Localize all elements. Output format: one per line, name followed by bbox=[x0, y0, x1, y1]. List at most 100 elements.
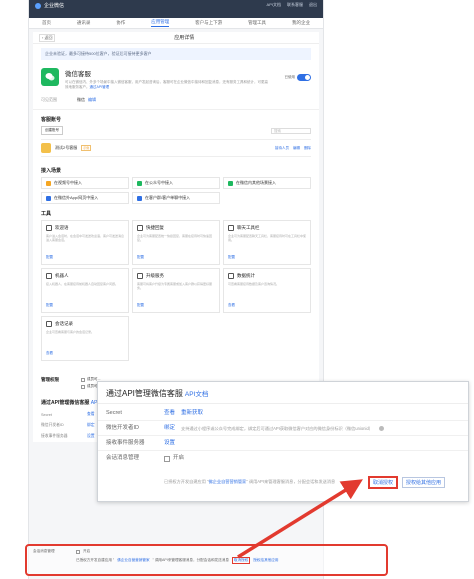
zoom-secret-view[interactable]: 查看 bbox=[164, 406, 175, 421]
verify-notice: 企业未验证，最多可接待500位客户，验证后可接待更多客户 bbox=[41, 48, 311, 60]
customer-group-icon bbox=[137, 195, 142, 201]
zoom-msg-enable-checkbox[interactable] bbox=[164, 455, 170, 462]
api-zoom-panel: 通过API管理微信客服 API文档 Secret 查看 重新获取 微信开发者ID 绑… bbox=[97, 381, 469, 502]
tool-config-link[interactable]: 查看 bbox=[228, 303, 235, 308]
tool-config-link[interactable]: 查看 bbox=[46, 351, 53, 356]
accounts-toolbar: 创建账号 搜索 bbox=[33, 126, 319, 136]
tool-card: 会话记录 企业可查看客服与客户的会话记录。 查看 bbox=[41, 316, 129, 362]
tool-config-link[interactable]: 配置 bbox=[137, 303, 144, 308]
tool-desc: 企业可查看客服与客户的会话记录。 bbox=[46, 330, 95, 335]
zoom-secret-row: Secret 查看 重新获取 bbox=[98, 406, 468, 421]
msg-desc-prefix-small: 已授权方开发自建应用 " bbox=[76, 558, 115, 562]
top-links: API文档 联系客服 退出 bbox=[267, 2, 317, 8]
api-doc-link[interactable]: API文档 bbox=[267, 2, 281, 8]
robot-icon bbox=[46, 273, 52, 280]
cancel-auth-button-small[interactable]: 取消授权 bbox=[231, 557, 251, 564]
auth-other-button[interactable]: 授权给其他应用 bbox=[402, 477, 446, 488]
brand: 企业微信 bbox=[35, 2, 64, 9]
visible-value: 微信 bbox=[77, 97, 85, 103]
zoom-msg-desc-app[interactable]: 佛企业自营营销管家 bbox=[209, 479, 247, 484]
tool-config-link[interactable]: 配置 bbox=[46, 255, 53, 260]
cancel-auth-button[interactable]: 取消授权 bbox=[368, 476, 399, 489]
openid-label: 微信开发者ID bbox=[41, 423, 64, 428]
app-info: 微信客服 可以在微信内、外多个场景中接入微信客服，用户发起咨询后，客服可在企业微… bbox=[33, 64, 319, 93]
zoom-api-doc-link[interactable]: API文档 bbox=[185, 391, 208, 398]
zoom-callback-set[interactable]: 设置 bbox=[164, 436, 175, 451]
account-op-delete[interactable]: 删除 bbox=[304, 146, 311, 151]
tool-card: 升级服务 客服可将客户升级为专属客服或加入客户群以获得更好服务。 配置 bbox=[132, 268, 220, 314]
nav-collab[interactable]: 协作 bbox=[116, 20, 125, 26]
nav-home[interactable]: 首页 bbox=[42, 20, 51, 26]
tool-config-link[interactable]: 配置 bbox=[46, 303, 53, 308]
accounts-title: 客服账号 bbox=[41, 117, 62, 124]
callback-set-link[interactable]: 设置 bbox=[87, 434, 95, 439]
zoom-secret-refresh[interactable]: 重新获取 bbox=[181, 406, 203, 421]
tool-card: 数据统计 可查看客服接待数据及客户咨询情况。 查看 bbox=[223, 268, 311, 314]
tool-title: 机器人 bbox=[55, 273, 69, 279]
back-button[interactable]: ‹ 返回 bbox=[39, 33, 56, 42]
scene-label: 在视频号中接入 bbox=[54, 180, 82, 186]
zoom-openid-row: 微信开发者ID 绑定 支持通过小程序或公众号完成绑定，绑定后可通过API获取微信客… bbox=[98, 421, 468, 436]
account-ops: 接待人员 编辑 删除 bbox=[275, 146, 311, 151]
auth-other-link-small[interactable]: 授权给其他应用 bbox=[253, 558, 278, 563]
nav-contacts[interactable]: 通讯录 bbox=[77, 20, 91, 26]
tool-card: 机器人接入机器人，在客服接待前机器人自动回复客户问题。 配置 bbox=[41, 268, 129, 314]
account-op-agents[interactable]: 接待人员 bbox=[275, 146, 289, 151]
tool-config-link[interactable]: 配置 bbox=[228, 255, 235, 260]
visible-range: 可见范围 微信 编辑 bbox=[33, 93, 319, 111]
create-account-button[interactable]: 创建账号 bbox=[41, 126, 63, 136]
callback-label: 接收事件服务器 bbox=[41, 434, 68, 439]
scene-item[interactable]: 在微信外App/网页中接入 bbox=[41, 192, 129, 205]
tool-config-link[interactable]: 配置 bbox=[137, 255, 144, 260]
mgmt-checkbox-2[interactable] bbox=[81, 384, 85, 389]
msg-enable-label-small: 开启 bbox=[83, 549, 91, 553]
api-manage-link[interactable]: 通过API管理 bbox=[90, 85, 110, 89]
contact-link[interactable]: 联系客服 bbox=[287, 2, 303, 8]
logout-link[interactable]: 退出 bbox=[309, 2, 317, 8]
official-account-icon bbox=[137, 180, 142, 186]
tools-title: 工具 bbox=[41, 211, 52, 218]
account-op-edit[interactable]: 编辑 bbox=[293, 146, 300, 151]
visible-edit-link[interactable]: 编辑 bbox=[88, 97, 96, 102]
account-tag: 示例 bbox=[81, 145, 92, 152]
wechat-service-icon bbox=[41, 68, 59, 86]
app-icon bbox=[46, 195, 51, 201]
quick-reply-icon bbox=[137, 225, 143, 232]
zoom-openid-bind[interactable]: 绑定 bbox=[164, 421, 175, 436]
page-title: 应用详情 bbox=[174, 35, 195, 41]
zoom-msg-desc-prefix: 已授权方开发自建应用 " bbox=[164, 479, 209, 484]
nav-apps[interactable]: 应用管理 bbox=[151, 19, 170, 27]
account-name: 测试2号客服 bbox=[55, 145, 78, 151]
mgmt-checkbox-1[interactable] bbox=[81, 377, 85, 382]
scenes-title: 接入场景 bbox=[41, 168, 62, 175]
welcome-icon bbox=[46, 225, 52, 232]
zoom-msg-desc-suffix: " 调用API来管理客服消息，分配会话和发送消息 bbox=[246, 479, 336, 484]
enable-toggle[interactable] bbox=[297, 74, 311, 81]
info-icon bbox=[378, 426, 384, 431]
back-label: 返回 bbox=[44, 34, 53, 40]
scene-item[interactable]: 在微信内其他场景接入 bbox=[223, 177, 311, 190]
nav-customers[interactable]: 客户与上下游 bbox=[195, 20, 222, 26]
msg-enable-checkbox-small[interactable] bbox=[76, 549, 80, 554]
scene-item[interactable]: 在视频号中接入 bbox=[41, 177, 129, 190]
tool-desc: 接入机器人，在客服接待前机器人自动回复客户问题。 bbox=[46, 282, 119, 287]
channels-icon bbox=[46, 180, 51, 186]
brand-name: 企业微信 bbox=[44, 3, 65, 9]
tool-title: 欢迎语 bbox=[55, 225, 69, 231]
scene-item[interactable]: 在客户群/客户单聊中接入 bbox=[132, 192, 220, 205]
tool-title: 聊天工具栏 bbox=[237, 225, 260, 231]
account-search-input[interactable]: 搜索 bbox=[271, 127, 311, 134]
tool-desc: 企业可为客服配置统一快捷回复，客服在接待时可快速回复。 bbox=[137, 234, 213, 243]
nav-enterprise[interactable]: 我的企业 bbox=[292, 20, 310, 26]
app-enable: 已使用 bbox=[285, 74, 311, 81]
scene-item[interactable]: 在公众号中接入 bbox=[132, 177, 220, 190]
tool-desc: 企业可为客服配置聊天工具栏，客服接待时可在工具栏中使用。 bbox=[228, 234, 307, 243]
nav-tools[interactable]: 管理工具 bbox=[248, 20, 266, 26]
record-icon bbox=[46, 321, 52, 328]
tool-card: 快捷回复 企业可为客服配置统一快捷回复，客服在接待时可快速回复。 配置 bbox=[132, 220, 220, 266]
zoom-msg-row: 会话消息管理 开启 bbox=[98, 451, 468, 466]
secret-view-link[interactable]: 查看 bbox=[87, 412, 95, 417]
openid-bind-link[interactable]: 绑定 bbox=[87, 423, 95, 428]
tool-desc: 可查看客服接待数据及客户咨询情况。 bbox=[228, 282, 280, 287]
msg-desc-app-small[interactable]: 佛企业自营营销管家 bbox=[117, 558, 149, 563]
